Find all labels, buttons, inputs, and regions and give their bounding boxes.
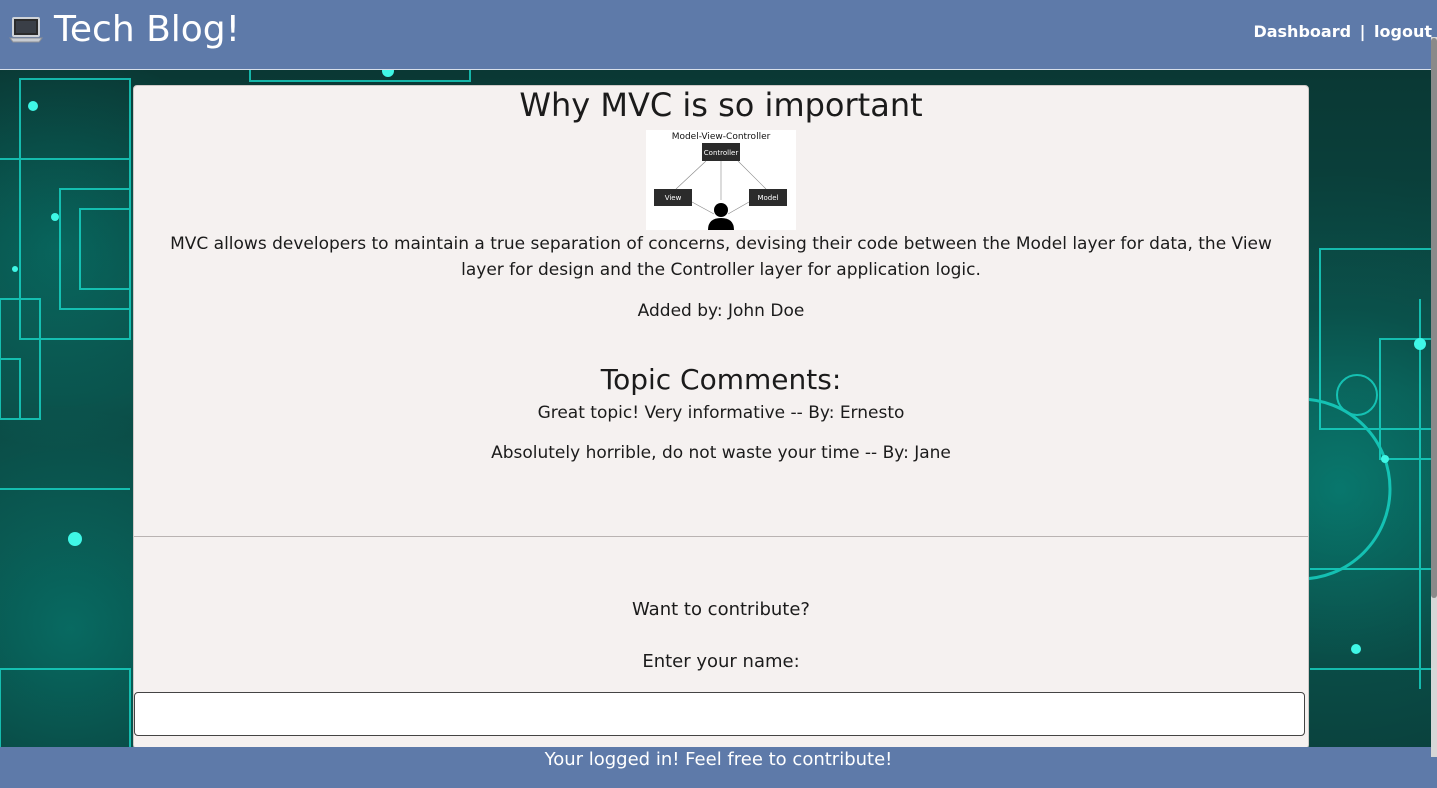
diagram-heading: Model-View-Controller: [672, 132, 771, 142]
site-title: Tech Blog!: [54, 9, 241, 50]
nav-separator: |: [1359, 22, 1366, 41]
name-input[interactable]: [134, 692, 1305, 736]
laptop-icon: [8, 12, 44, 48]
login-status-message: Your logged in! Feel free to contribute!: [544, 749, 893, 770]
contribute-prompt: Want to contribute?: [632, 599, 810, 620]
scrollbar-thumb[interactable]: [1431, 38, 1437, 598]
diagram-model-label: Model: [757, 194, 778, 202]
brand[interactable]: Tech Blog!: [8, 6, 240, 54]
logout-link[interactable]: logout: [1374, 22, 1432, 41]
site-header: Tech Blog! Dashboard | logout: [0, 0, 1437, 70]
name-label: Enter your name:: [642, 651, 800, 672]
mvc-diagram-image: Model-View-Controller Controller View Mo…: [646, 130, 796, 230]
diagram-controller-label: Controller: [704, 149, 739, 157]
dashboard-link[interactable]: Dashboard: [1253, 22, 1351, 41]
post-card: Why MVC is so important Model-View-Contr…: [133, 85, 1309, 749]
comment-item: Absolutely horrible, do not waste your t…: [491, 443, 951, 463]
post-body: MVC allows developers to maintain a true…: [170, 234, 1272, 280]
diagram-view-label: View: [665, 194, 682, 202]
section-divider: [134, 536, 1308, 537]
post-title: Why MVC is so important: [519, 86, 923, 124]
post-author: Added by: John Doe: [637, 301, 805, 321]
status-footer: Your logged in! Feel free to contribute!: [0, 747, 1437, 788]
comment-item: Great topic! Very informative -- By: Ern…: [537, 403, 905, 423]
comments-title: Topic Comments:: [600, 363, 842, 396]
top-nav: Dashboard | logout: [1253, 22, 1432, 41]
